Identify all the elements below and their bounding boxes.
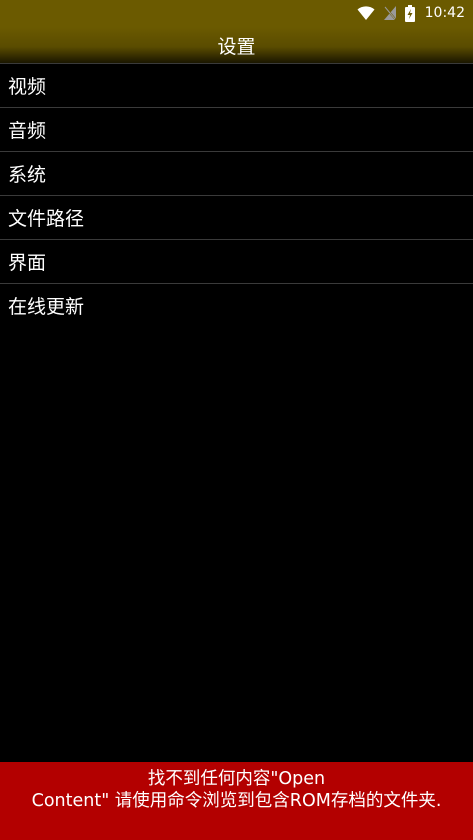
settings-item-file-paths[interactable]: 文件路径: [0, 195, 473, 239]
page-title: 设置: [217, 35, 256, 58]
settings-item-audio[interactable]: 音频: [0, 107, 473, 151]
settings-item-label: 界面: [8, 252, 47, 274]
error-banner: 找不到任何内容"Open Content" 请使用命令浏览到包含ROM存档的文件…: [0, 762, 473, 840]
settings-item-label: 系统: [8, 164, 47, 186]
error-message-line-1: 找不到任何内容"Open: [147, 769, 326, 789]
error-message-line-2: Content" 请使用命令浏览到包含ROM存档的文件夹.: [31, 791, 442, 811]
settings-item-video[interactable]: 视频: [0, 63, 473, 107]
battery-charging-icon: [404, 4, 415, 22]
settings-item-label: 音频: [8, 120, 47, 142]
settings-list: 视频 音频 系统 文件路径 界面 在线更新: [0, 63, 473, 327]
settings-item-system[interactable]: 系统: [0, 151, 473, 195]
title-bar: 设置: [0, 27, 473, 63]
status-icons: 10:42: [357, 3, 465, 23]
settings-item-online-update[interactable]: 在线更新: [0, 283, 473, 327]
status-time: 10:42: [424, 5, 465, 21]
status-bar: 10:42: [0, 0, 473, 27]
settings-item-label: 在线更新: [8, 296, 85, 318]
settings-item-interface[interactable]: 界面: [0, 239, 473, 283]
settings-item-label: 视频: [8, 76, 47, 98]
settings-item-label: 文件路径: [8, 208, 85, 230]
no-signal-icon: [382, 5, 397, 21]
wifi-icon: [357, 5, 375, 21]
